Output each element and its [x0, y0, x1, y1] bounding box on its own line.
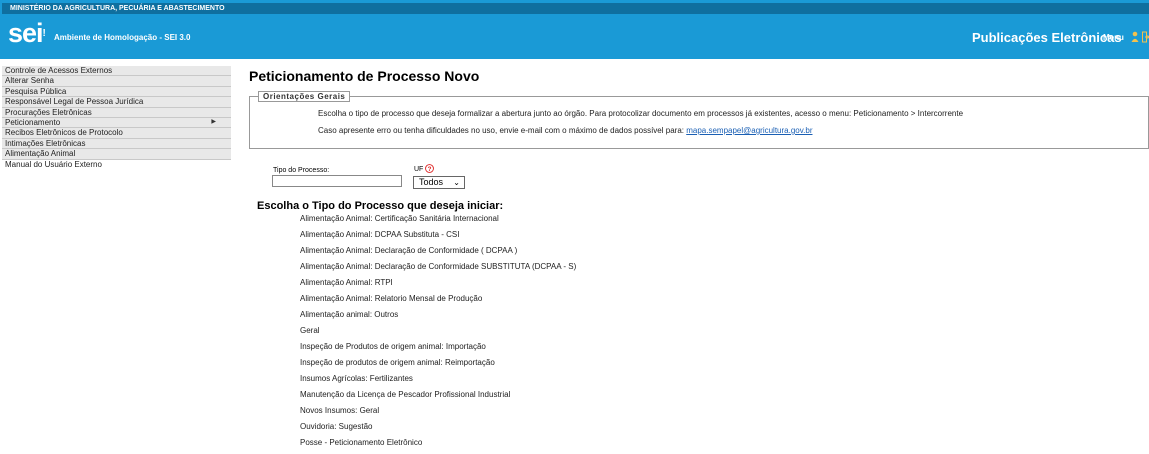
chevron-down-icon: ⌄: [453, 178, 460, 187]
svg-text:?: ?: [428, 166, 432, 173]
sidebar-item-label: Procurações Eletrônicas: [5, 107, 92, 117]
sidebar-item-label: Pesquisa Pública: [5, 86, 67, 96]
page-title: Peticionamento de Processo Novo: [249, 68, 480, 84]
sidebar-item-pesquisa-publica[interactable]: Pesquisa Pública: [2, 86, 231, 98]
header-bar: MINISTÉRIO DA AGRICULTURA, PECUÁRIA E AB…: [0, 0, 1149, 59]
process-list: Alimentação Animal: Certificação Sanitár…: [300, 214, 605, 454]
exit-icon[interactable]: [1142, 31, 1149, 43]
process-item[interactable]: Inspeção de produtos de origem animal: R…: [300, 358, 605, 367]
orientacoes-fieldset: Orientações Gerais Escolha o tipo de pro…: [249, 91, 1149, 149]
process-item[interactable]: Alimentação Animal: Declaração de Confor…: [300, 262, 605, 271]
uf-label: UF: [414, 166, 424, 173]
process-item[interactable]: Geral: [300, 326, 605, 335]
tipo-processo-input[interactable]: [272, 175, 402, 187]
process-item[interactable]: Alimentação Animal: Declaração de Confor…: [300, 246, 605, 255]
sidebar-item-procuracoes[interactable]: Procurações Eletrônicas: [2, 107, 231, 118]
orientacoes-text-2-prefix: Caso apresente erro ou tenha dificuldade…: [318, 126, 687, 135]
sidebar-menu: Controle de Acessos Externos Alterar Sen…: [2, 66, 231, 169]
sidebar-item-manual[interactable]: Manual do Usuário Externo: [2, 159, 231, 169]
sidebar-item-controle-acessos[interactable]: Controle de Acessos Externos: [2, 66, 231, 77]
sidebar-item-label: Alimentação Animal: [5, 149, 76, 159]
sidebar-item-intimacoes[interactable]: Intimações Eletrônicas: [2, 138, 231, 150]
sidebar-item-peticionamento[interactable]: Peticionamento ▶: [2, 117, 231, 129]
sei-logo-mark: !: [42, 28, 47, 39]
process-item[interactable]: Novos Insumos: Geral: [300, 406, 605, 415]
process-item[interactable]: Insumos Agrícolas: Fertilizantes: [300, 374, 605, 383]
sidebar-item-label: Responsável Legal de Pessoa Jurídica: [5, 97, 144, 107]
environment-label: Ambiente de Homologação - SEI 3.0: [54, 33, 191, 42]
process-item[interactable]: Alimentação Animal: Relatorio Mensal de …: [300, 294, 605, 303]
process-item[interactable]: Ouvidoria: Sugestão: [300, 422, 605, 431]
process-item[interactable]: Posse - Peticionamento Eletrônico: [300, 438, 605, 447]
sidebar-item-label: Controle de Acessos Externos: [5, 66, 113, 75]
process-list-title: Escolha o Tipo do Processo que deseja in…: [257, 200, 504, 212]
tipo-processo-label: Tipo do Processo:: [273, 167, 330, 174]
menu-toggle[interactable]: Menu: [1103, 33, 1124, 42]
sei-logo[interactable]: sei!: [8, 18, 47, 48]
sidebar-item-label: Intimações Eletrônicas: [5, 138, 86, 148]
sidebar-item-label: Manual do Usuário Externo: [5, 159, 102, 169]
process-item[interactable]: Alimentação animal: Outros: [300, 310, 605, 319]
ministry-name: MINISTÉRIO DA AGRICULTURA, PECUÁRIA E AB…: [2, 3, 1149, 14]
user-icon[interactable]: [1131, 31, 1139, 43]
process-item[interactable]: Alimentação Animal: Certificação Sanitár…: [300, 214, 605, 223]
sidebar-item-responsavel-legal[interactable]: Responsável Legal de Pessoa Jurídica: [2, 97, 231, 108]
uf-select[interactable]: Todos ⌄: [413, 176, 465, 189]
process-item[interactable]: Alimentação Animal: RTPI: [300, 278, 605, 287]
orientacoes-text-1: Escolha o tipo de processo que deseja fo…: [318, 109, 964, 118]
submenu-arrow-icon: ▶: [211, 118, 216, 125]
process-item[interactable]: Manutenção da Licença de Pescador Profis…: [300, 390, 605, 399]
sei-logo-text: sei: [8, 18, 44, 48]
sidebar-item-label: Peticionamento: [5, 117, 61, 127]
help-icon[interactable]: ?: [425, 164, 434, 173]
app-title: Publicações Eletrônicas: [972, 30, 1122, 45]
process-item[interactable]: Alimentação Animal: DCPAA Substituta - C…: [300, 230, 605, 239]
sidebar-item-label: Alterar Senha: [5, 76, 54, 86]
sidebar-item-alterar-senha[interactable]: Alterar Senha: [2, 76, 231, 87]
sidebar-item-label: Recibos Eletrônicos de Protocolo: [5, 128, 123, 138]
header-divider: [0, 59, 1149, 65]
process-item[interactable]: Inspeção de Produtos de origem animal: I…: [300, 342, 605, 351]
orientacoes-legend: Orientações Gerais: [258, 91, 351, 102]
orientacoes-text-2: Caso apresente erro ou tenha dificuldade…: [318, 126, 812, 135]
sidebar-item-recibos[interactable]: Recibos Eletrônicos de Protocolo: [2, 128, 231, 139]
sidebar-item-alimentacao-animal[interactable]: Alimentação Animal: [2, 149, 231, 160]
email-link[interactable]: mapa.sempapel@agricultura.gov.br: [686, 126, 812, 135]
uf-selected-value: Todos: [419, 177, 444, 187]
